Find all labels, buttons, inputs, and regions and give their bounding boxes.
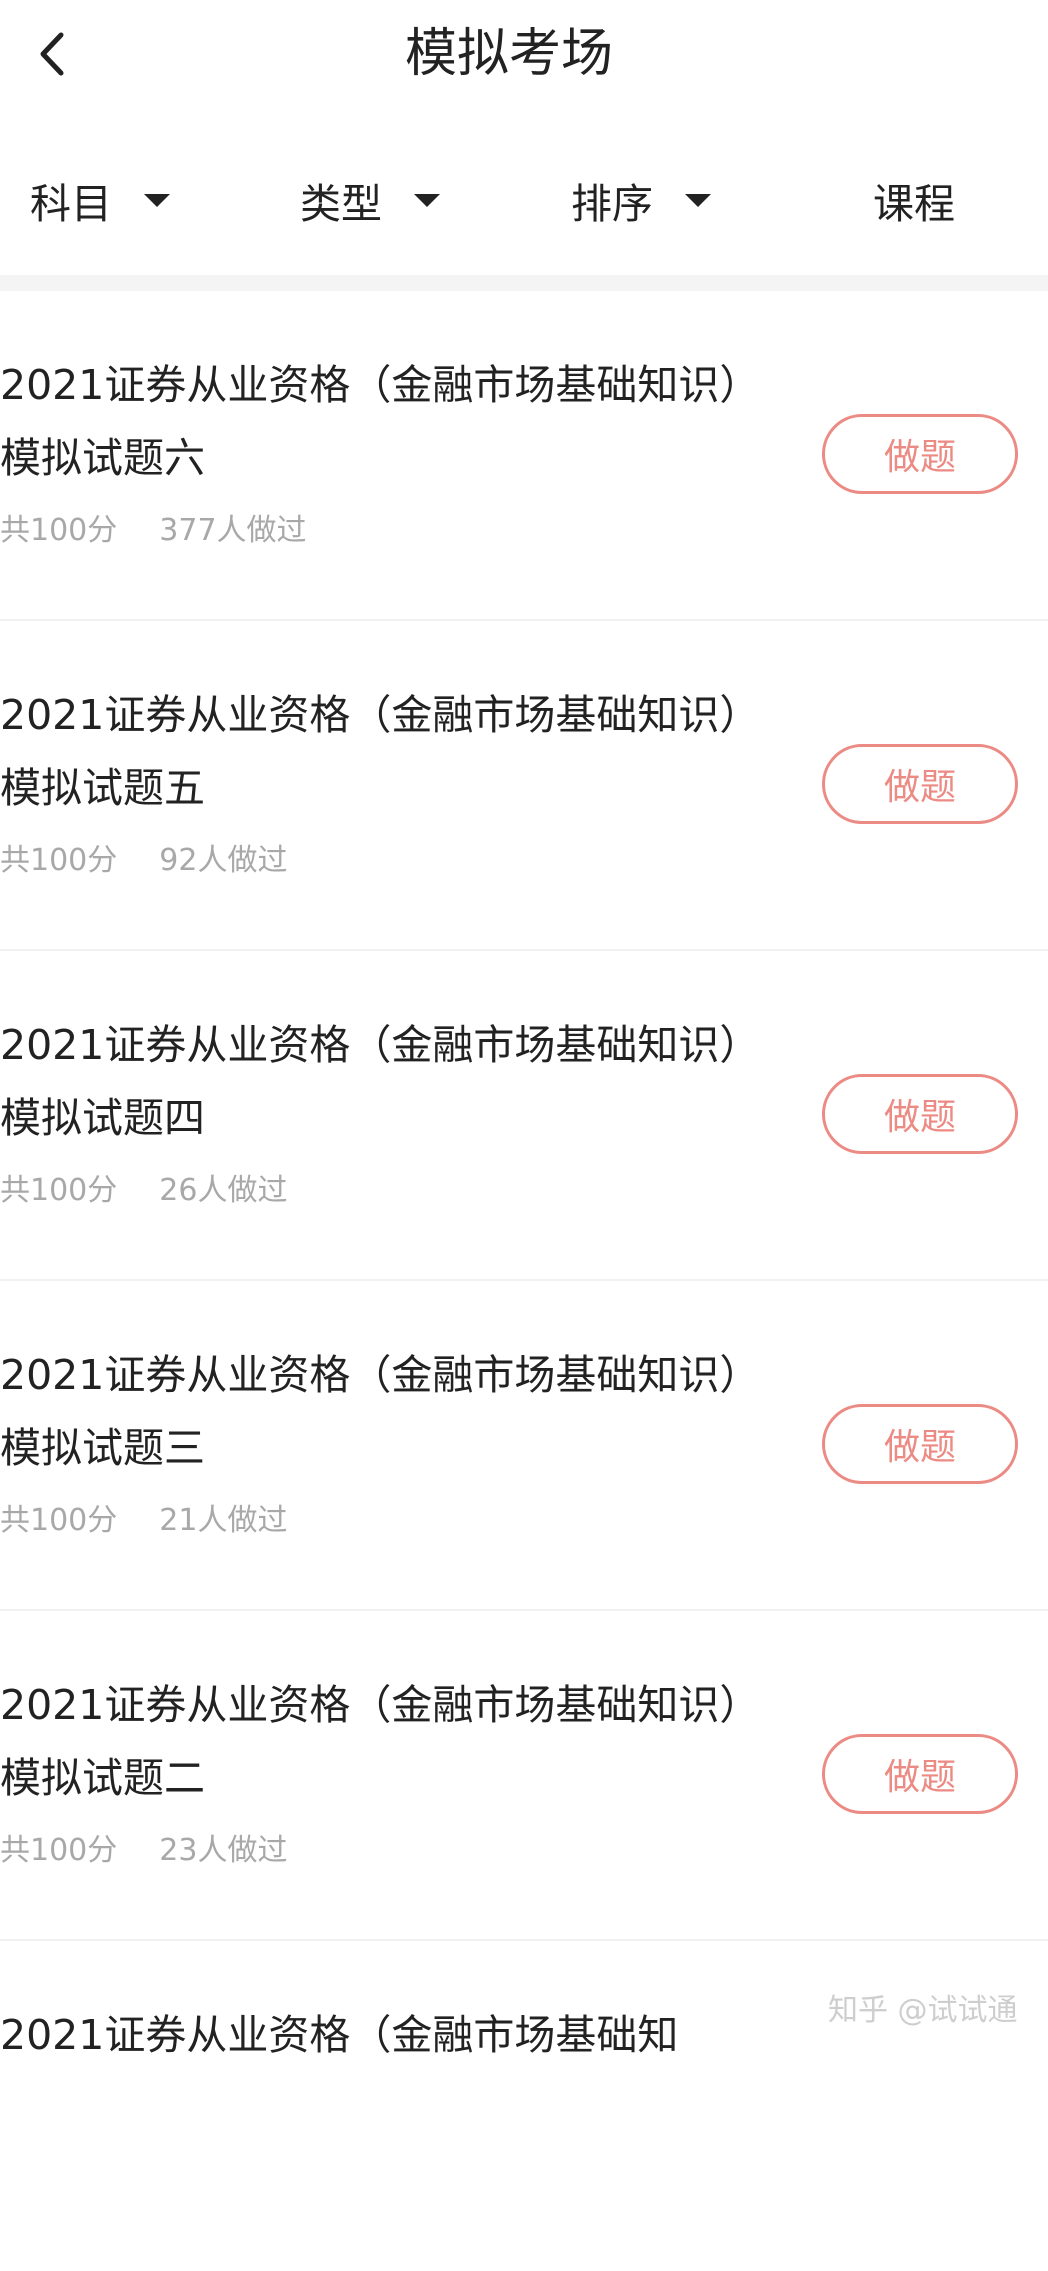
filter-course[interactable]: 课程 [873,150,955,250]
filter-sort-label: 排序 [571,180,653,228]
filter-sort[interactable]: 排序 [571,150,711,250]
section-divider [0,275,1048,291]
exam-meta: 共100分 23人做过 [0,1831,287,1871]
filter-subject-label: 科目 [30,180,112,228]
exam-total-score: 共100分 [0,843,118,878]
caret-down-icon [414,193,440,207]
exam-title[interactable]: 2021证券从业资格（金融市场基础知 [0,1999,740,2072]
exam-taker-count: 377人做过 [159,513,307,548]
caret-down-icon [685,193,711,207]
exam-item: 2021证券从业资格（金融市场基础知识）模拟试题四 共100分 26人做过 做题 [0,951,1048,1281]
exam-meta: 共100分 92人做过 [0,841,287,881]
exam-total-score: 共100分 [0,1833,118,1868]
page-title: 模拟考场 [404,24,613,84]
exam-title[interactable]: 2021证券从业资格（金融市场基础知识）模拟试题五 [0,679,740,825]
exam-taker-count: 23人做过 [159,1833,288,1868]
start-exam-button[interactable]: 做题 [822,744,1018,824]
exam-meta: 共100分 21人做过 [0,1501,287,1541]
exam-item: 2021证券从业资格（金融市场基础知识）模拟试题五 共100分 92人做过 做题 [0,621,1048,951]
exam-item: 2021证券从业资格（金融市场基础知识）模拟试题二 共100分 23人做过 做题 [0,1611,1048,1941]
exam-title[interactable]: 2021证券从业资格（金融市场基础知识）模拟试题二 [0,1669,740,1815]
exam-item: 2021证券从业资格（金融市场基础知识）模拟试题三 共100分 21人做过 做题 [0,1281,1048,1611]
filter-type-label: 类型 [300,180,382,228]
filter-type[interactable]: 类型 [300,150,440,250]
exam-taker-count: 92人做过 [159,843,288,878]
exam-meta: 共100分 377人做过 [0,511,307,551]
exam-taker-count: 21人做过 [159,1503,288,1538]
start-exam-button[interactable]: 做题 [822,1734,1018,1814]
filter-course-label: 课程 [873,180,955,228]
exam-title[interactable]: 2021证券从业资格（金融市场基础知识）模拟试题三 [0,1339,740,1485]
exam-title[interactable]: 2021证券从业资格（金融市场基础知识）模拟试题四 [0,1009,740,1155]
start-exam-button[interactable]: 做题 [822,1404,1018,1484]
caret-down-icon [144,193,170,207]
exam-list: 2021证券从业资格（金融市场基础知识）模拟试题六 共100分 377人做过 做题… [0,291,1048,2271]
watermark: 知乎 @试试通 [828,1993,1018,2028]
exam-total-score: 共100分 [0,513,118,548]
exam-item: 2021证券从业资格（金融市场基础知识）模拟试题六 共100分 377人做过 做题 [0,291,1048,621]
exam-total-score: 共100分 [0,1503,118,1538]
start-exam-button[interactable]: 做题 [822,1074,1018,1154]
exam-meta: 共100分 26人做过 [0,1171,287,1211]
exam-taker-count: 26人做过 [159,1173,288,1208]
top-bar: 模拟考场 [0,0,1048,110]
filter-subject[interactable]: 科目 [30,150,170,250]
exam-total-score: 共100分 [0,1173,118,1208]
exam-title[interactable]: 2021证券从业资格（金融市场基础知识）模拟试题六 [0,349,740,495]
filter-bar: 科目 类型 排序 课程 [0,150,1048,250]
start-exam-button[interactable]: 做题 [822,414,1018,494]
